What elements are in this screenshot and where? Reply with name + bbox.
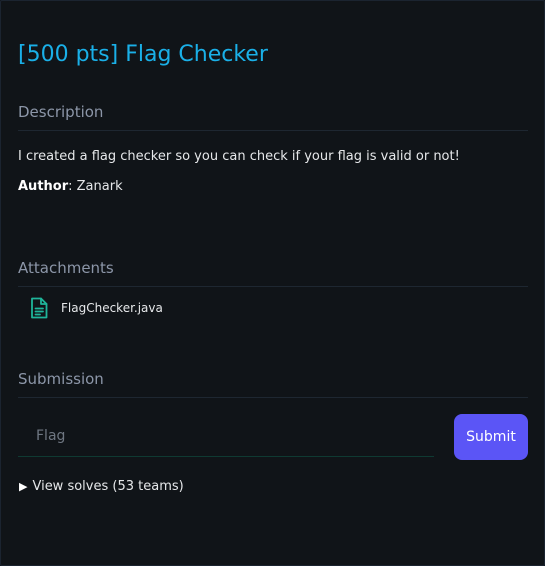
- attachment-item[interactable]: FlagChecker.java: [30, 297, 163, 319]
- submission-heading: Submission: [18, 370, 104, 388]
- view-solves-toggle[interactable]: ▶ View solves (53 teams): [19, 479, 184, 494]
- attachments-heading: Attachments: [18, 259, 114, 277]
- flag-input[interactable]: [18, 415, 434, 457]
- attachments-divider: [18, 286, 528, 287]
- submit-button[interactable]: Submit: [454, 414, 528, 460]
- submission-divider: [18, 397, 528, 398]
- attachment-filename[interactable]: FlagChecker.java: [61, 301, 163, 315]
- description-heading: Description: [18, 103, 104, 121]
- disclosure-triangle-icon: ▶: [19, 480, 28, 493]
- file-document-icon: [30, 297, 48, 319]
- author-name: Zanark: [76, 179, 123, 194]
- author-line: Author: Zanark: [18, 179, 123, 194]
- author-label: Author: [18, 179, 69, 194]
- view-solves-label[interactable]: View solves (53 teams): [32, 479, 183, 494]
- challenge-title: [500 pts] Flag Checker: [18, 42, 268, 67]
- description-divider: [18, 130, 528, 131]
- author-separator: :: [68, 179, 77, 194]
- description-text: I created a flag checker so you can chec…: [18, 149, 460, 164]
